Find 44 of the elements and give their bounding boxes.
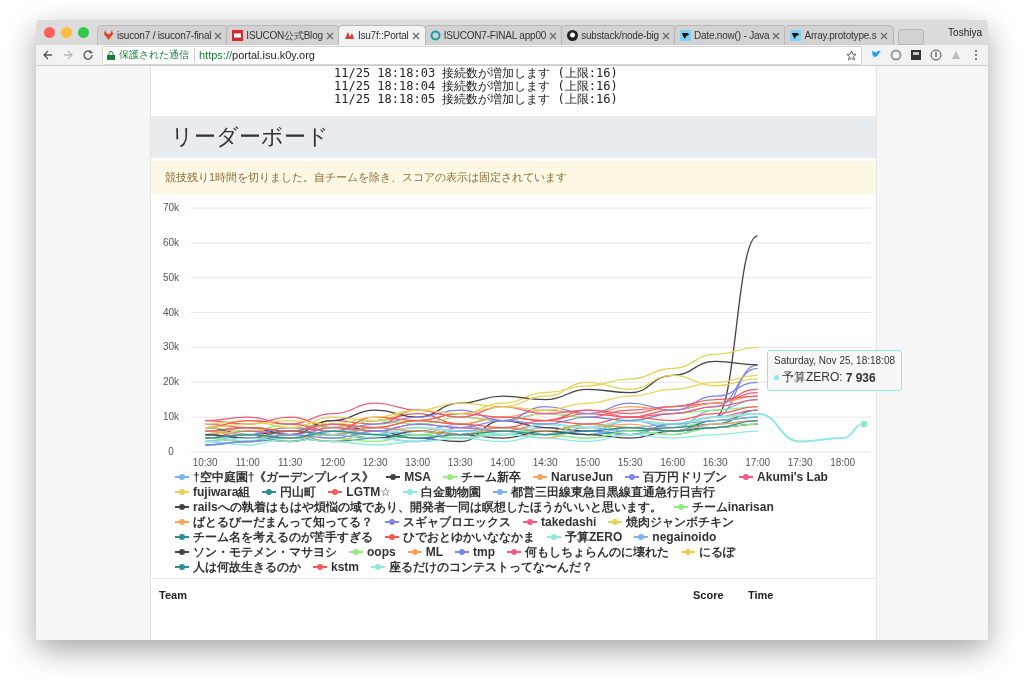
log-line: 11/25 18:18:05 接続数が増加します (上限:16) — [334, 93, 619, 106]
y-tick-label: 40k — [162, 306, 180, 318]
security-label: 保護された通信 — [119, 48, 195, 62]
y-tick-label: 20k — [162, 376, 180, 388]
tooltip-title: Saturday, Nov 25, 18:18:08 — [774, 355, 895, 366]
x-tick-label: 14:00 — [490, 457, 516, 468]
y-tick-label: 0 — [168, 446, 174, 457]
x-tick-label: 15:00 — [575, 457, 601, 468]
x-tick-label: 16:00 — [660, 457, 686, 468]
x-tick-label: 13:30 — [447, 457, 473, 468]
tab-title: Isu7f::Portal — [357, 30, 409, 41]
column-header: Score — [693, 589, 725, 601]
x-tick-label: 17:00 — [745, 457, 771, 468]
x-tick-label: 12:00 — [320, 457, 346, 468]
y-tick-label: 50k — [162, 271, 180, 283]
x-tick-label: 15:30 — [617, 457, 643, 468]
url-text: https://portal.isu.k0y.org — [199, 49, 315, 61]
tooltip-value: 7 936 — [845, 370, 876, 385]
x-tick-label: 14:30 — [532, 457, 558, 468]
x-tick-label: 12:30 — [362, 457, 388, 468]
tab-title: ISUCON公式Blog — [246, 28, 323, 43]
column-header: Time — [748, 589, 775, 601]
x-tick-label: 16:30 — [702, 457, 728, 468]
tooltip-label: 予算ZERO: — [782, 369, 843, 386]
tab-title: ISUCON7-FINAL app00 — [443, 30, 547, 41]
tab-title: substack/node-big — [581, 30, 659, 41]
y-tick-label: 70k — [162, 202, 180, 213]
log-line: 11/25 18:18:03 接続数が増加します (上限:16) — [334, 67, 619, 80]
notice-banner: 競技残り1時間を切りました。自チームを除き、スコアの表示は固定されています — [151, 161, 876, 194]
x-tick-label: 11:30 — [278, 457, 303, 468]
y-tick-label: 30k — [162, 341, 180, 353]
y-tick-label: 60k — [162, 236, 180, 248]
x-tick-label: 18:00 — [830, 457, 856, 468]
x-tick-label: 13:00 — [405, 457, 431, 468]
column-header: Team — [159, 589, 188, 601]
tab-title: isucon7 / isucon7-final — [117, 30, 212, 41]
tab-title: Array.prototype.s — [804, 30, 877, 41]
y-tick-label: 10k — [162, 411, 180, 423]
x-tick-label: 10:30 — [192, 457, 218, 468]
section-heading: リーダーボード — [151, 116, 876, 158]
x-tick-label: 11:00 — [235, 457, 260, 468]
x-tick-label: 17:30 — [787, 457, 813, 468]
log-line: 11/25 18:18:04 接続数が増加します (上限:16) — [334, 80, 619, 93]
tab-title: Date.now() - Java — [693, 30, 770, 41]
